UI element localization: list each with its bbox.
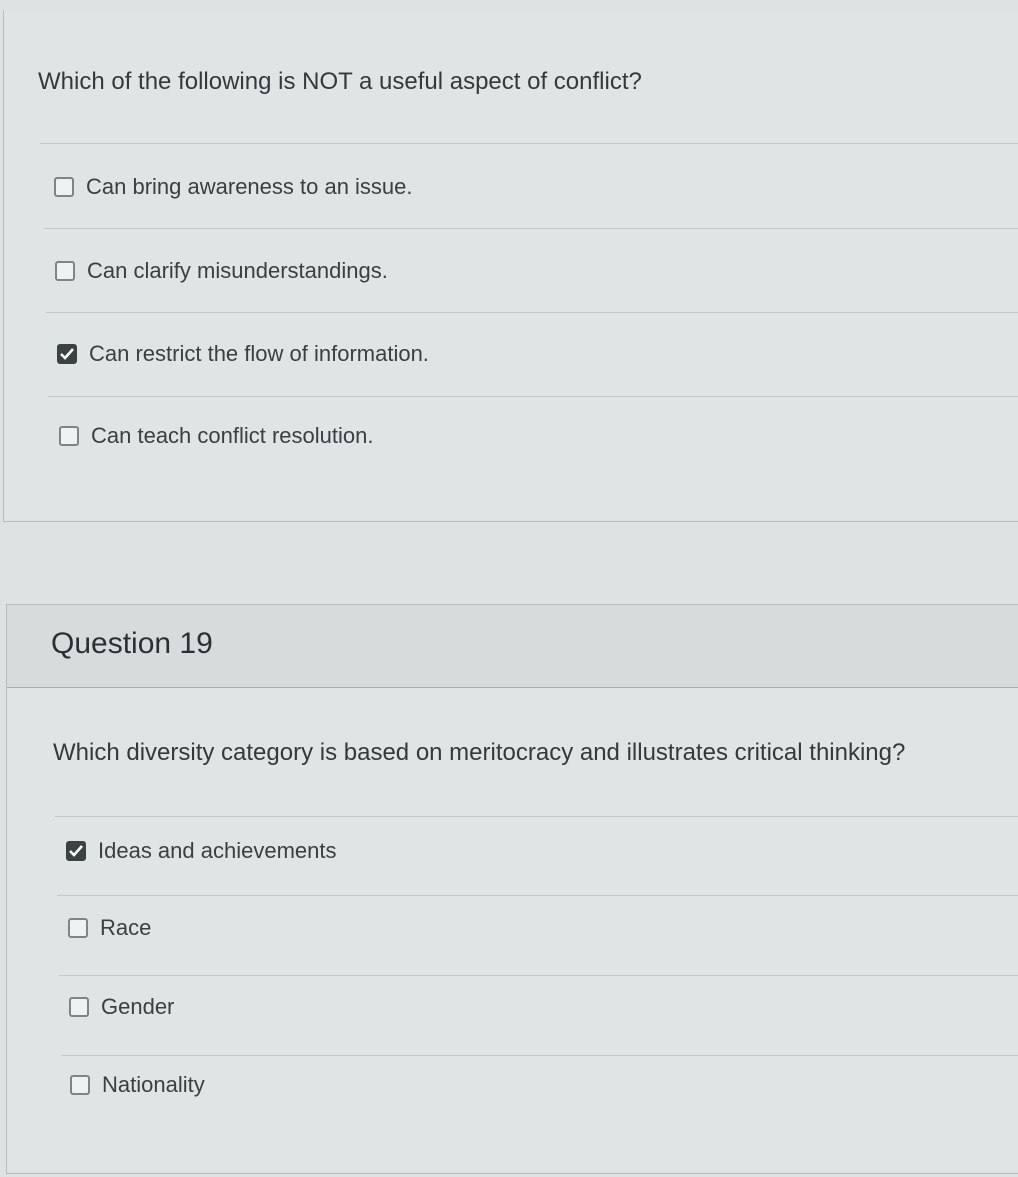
divider xyxy=(48,396,1018,397)
answer-option-q18-3[interactable]: Can restrict the flow of information. xyxy=(57,341,429,367)
checkbox[interactable] xyxy=(57,344,77,364)
answer-option-q19-2[interactable]: Race xyxy=(68,915,151,941)
divider xyxy=(44,228,1018,229)
answer-label: Race xyxy=(100,915,152,940)
answer-option-q19-3[interactable]: Gender xyxy=(69,994,174,1020)
divider xyxy=(46,312,1018,313)
answer-option-q18-1[interactable]: Can bring awareness to an issue. xyxy=(54,174,413,200)
checkbox[interactable] xyxy=(69,997,89,1017)
answer-label: Can clarify misunderstandings. xyxy=(87,258,388,283)
checkbox[interactable] xyxy=(68,918,88,938)
checkmark-icon xyxy=(69,845,83,857)
divider xyxy=(59,975,1018,976)
checkbox[interactable] xyxy=(70,1075,90,1095)
divider xyxy=(57,895,1018,896)
question-header: Question 19 xyxy=(7,605,1018,688)
checkbox[interactable] xyxy=(54,177,74,197)
checkbox[interactable] xyxy=(55,261,75,281)
answer-option-q18-4[interactable]: Can teach conflict resolution. xyxy=(59,423,374,449)
answer-option-q19-4[interactable]: Nationality xyxy=(70,1072,205,1098)
divider xyxy=(55,816,1018,817)
answer-label: Nationality xyxy=(102,1072,205,1097)
answer-option-q18-2[interactable]: Can clarify misunderstandings. xyxy=(55,258,388,284)
question-19-title: Question 19 xyxy=(51,627,213,660)
answer-label: Can bring awareness to an issue. xyxy=(86,174,413,199)
answer-label: Ideas and achievements xyxy=(98,838,337,863)
checkbox[interactable] xyxy=(59,426,79,446)
checkmark-icon xyxy=(60,348,74,360)
question-card-18: Which of the following is NOT a useful a… xyxy=(3,10,1018,522)
answer-label: Can restrict the flow of information. xyxy=(89,341,429,366)
question-18-prompt: Which of the following is NOT a useful a… xyxy=(38,68,642,95)
answer-option-q19-1[interactable]: Ideas and achievements xyxy=(66,838,337,864)
divider xyxy=(61,1055,1018,1056)
answer-label: Can teach conflict resolution. xyxy=(91,423,374,448)
answer-label: Gender xyxy=(101,994,175,1019)
checkbox[interactable] xyxy=(66,841,86,861)
divider xyxy=(40,143,1018,144)
question-card-19: Question 19 Which diversity category is … xyxy=(6,604,1018,1174)
question-19-prompt: Which diversity category is based on mer… xyxy=(53,739,906,766)
